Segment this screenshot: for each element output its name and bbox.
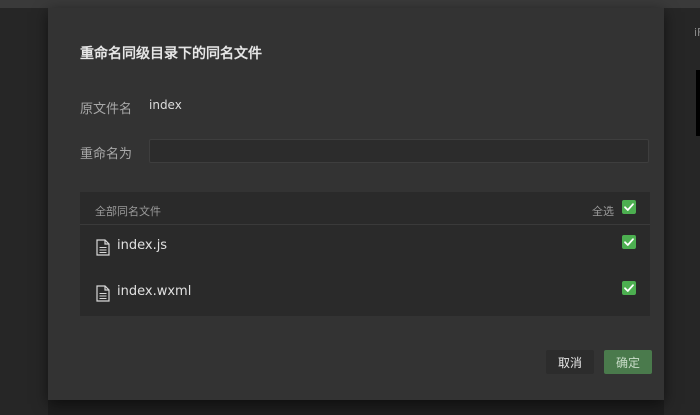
file-list-header: 全部同名文件 全选 — [80, 192, 650, 225]
app-top-bar — [0, 0, 700, 8]
file-list-header-label: 全部同名文件 — [95, 205, 161, 218]
checkmark-icon — [624, 284, 634, 292]
select-all-label: 全选 — [592, 205, 614, 218]
original-name-value: index — [149, 98, 182, 112]
file-name: index.js — [117, 238, 168, 253]
checkmark-icon — [624, 203, 634, 211]
background-right-pane: iF — [664, 8, 700, 415]
file-icon — [96, 239, 110, 256]
rename-dialog: 重命名同级目录下的同名文件 原文件名 index 重命名为 全部同名文件 全选 … — [48, 8, 664, 400]
background-strip — [696, 70, 700, 136]
file-icon — [96, 285, 110, 302]
rename-to-label: 重命名为 — [80, 147, 133, 162]
same-name-file-list: 全部同名文件 全选 index.js index.wxml — [80, 192, 650, 316]
dialog-title: 重命名同级目录下的同名文件 — [80, 46, 262, 62]
rename-to-input[interactable] — [149, 139, 649, 163]
select-all-checkbox[interactable] — [622, 200, 636, 214]
background-edge-text: iF — [694, 26, 700, 39]
file-row[interactable]: index.wxml — [80, 271, 650, 315]
file-row[interactable]: index.js — [80, 225, 650, 269]
file-checkbox[interactable] — [622, 281, 636, 295]
file-checkbox[interactable] — [622, 235, 636, 249]
original-name-label: 原文件名 — [80, 102, 133, 117]
cancel-button[interactable]: 取消 — [546, 350, 594, 374]
checkmark-icon — [624, 238, 634, 246]
file-name: index.wxml — [117, 284, 192, 299]
background-left-pane — [0, 8, 48, 415]
confirm-button[interactable]: 确定 — [604, 350, 652, 374]
